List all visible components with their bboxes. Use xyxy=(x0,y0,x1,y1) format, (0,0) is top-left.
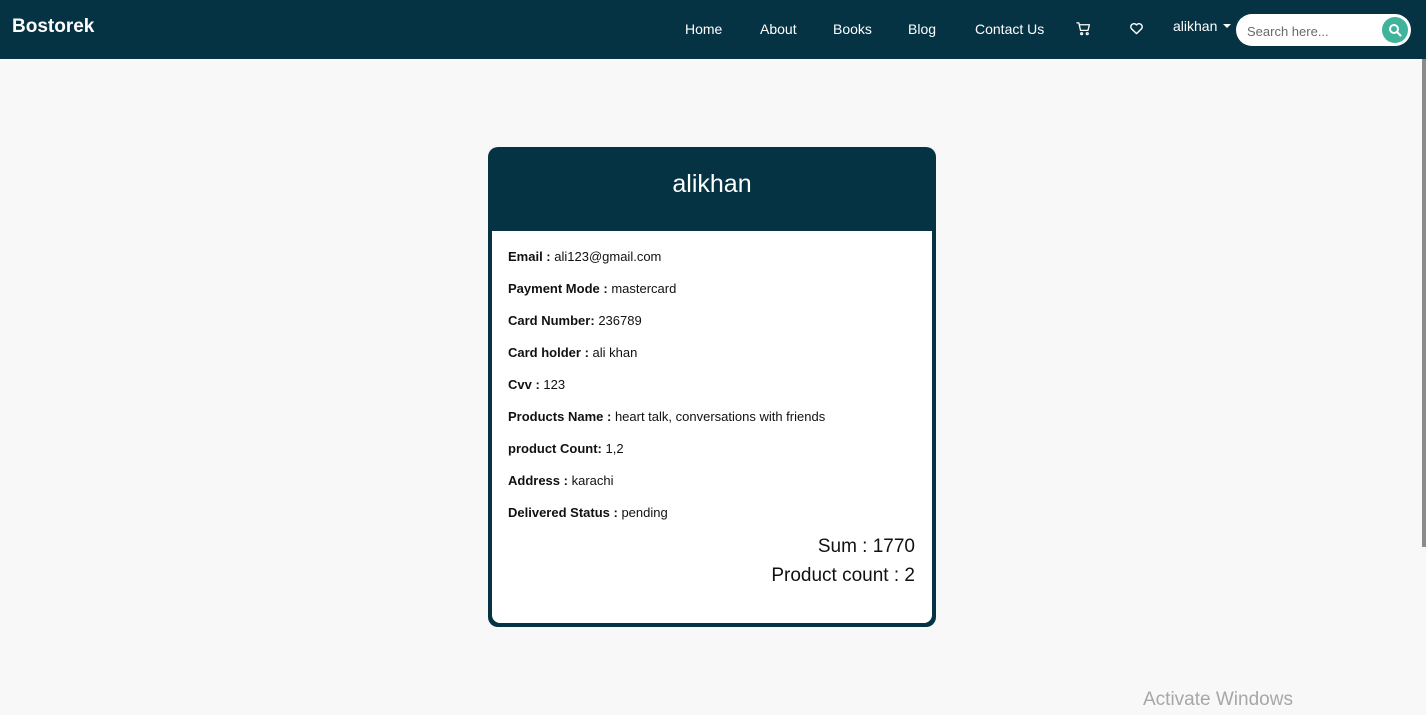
field-product-count: product Count: 1,2 xyxy=(508,441,624,456)
field-email: Email : ali123@gmail.com xyxy=(508,249,662,264)
heart-icon[interactable] xyxy=(1129,21,1145,37)
field-payment-mode: Payment Mode : mastercard xyxy=(508,281,677,296)
field-products-name: Products Name : heart talk, conversation… xyxy=(508,409,826,424)
field-card-holder: Card holder : ali khan xyxy=(508,345,638,360)
field-card-number: Card Number: 236789 xyxy=(508,313,642,328)
field-delivered-status: Delivered Status : pending xyxy=(508,505,668,520)
user-dropdown[interactable]: alikhan xyxy=(1173,18,1232,34)
nav-contact[interactable]: Contact Us xyxy=(975,21,1044,37)
sum-total: Sum : 1770 xyxy=(817,536,915,557)
top-navbar: Bostorek Home About Books Blog Contact U… xyxy=(0,0,1426,59)
scrollbar[interactable] xyxy=(1422,59,1426,547)
cart-icon[interactable] xyxy=(1076,21,1092,37)
activate-windows-watermark: Activate Windows xyxy=(1143,689,1293,710)
product-count-total: Product count : 2 xyxy=(771,565,915,586)
search-input[interactable] xyxy=(1245,21,1379,41)
nav-blog[interactable]: Blog xyxy=(908,21,936,37)
search-bar xyxy=(1236,14,1411,46)
field-cvv: Cvv : 123 xyxy=(508,377,566,392)
card-title: alikhan xyxy=(672,170,752,198)
search-button[interactable] xyxy=(1382,17,1408,43)
search-icon xyxy=(1389,24,1402,37)
brand-logo[interactable]: Bostorek xyxy=(12,16,94,38)
chevron-down-icon xyxy=(1223,24,1232,28)
user-name: alikhan xyxy=(1173,18,1218,34)
nav-books[interactable]: Books xyxy=(833,21,872,37)
nav-home[interactable]: Home xyxy=(685,21,722,37)
field-address: Address : karachi xyxy=(508,473,614,488)
nav-about[interactable]: About xyxy=(760,21,797,37)
